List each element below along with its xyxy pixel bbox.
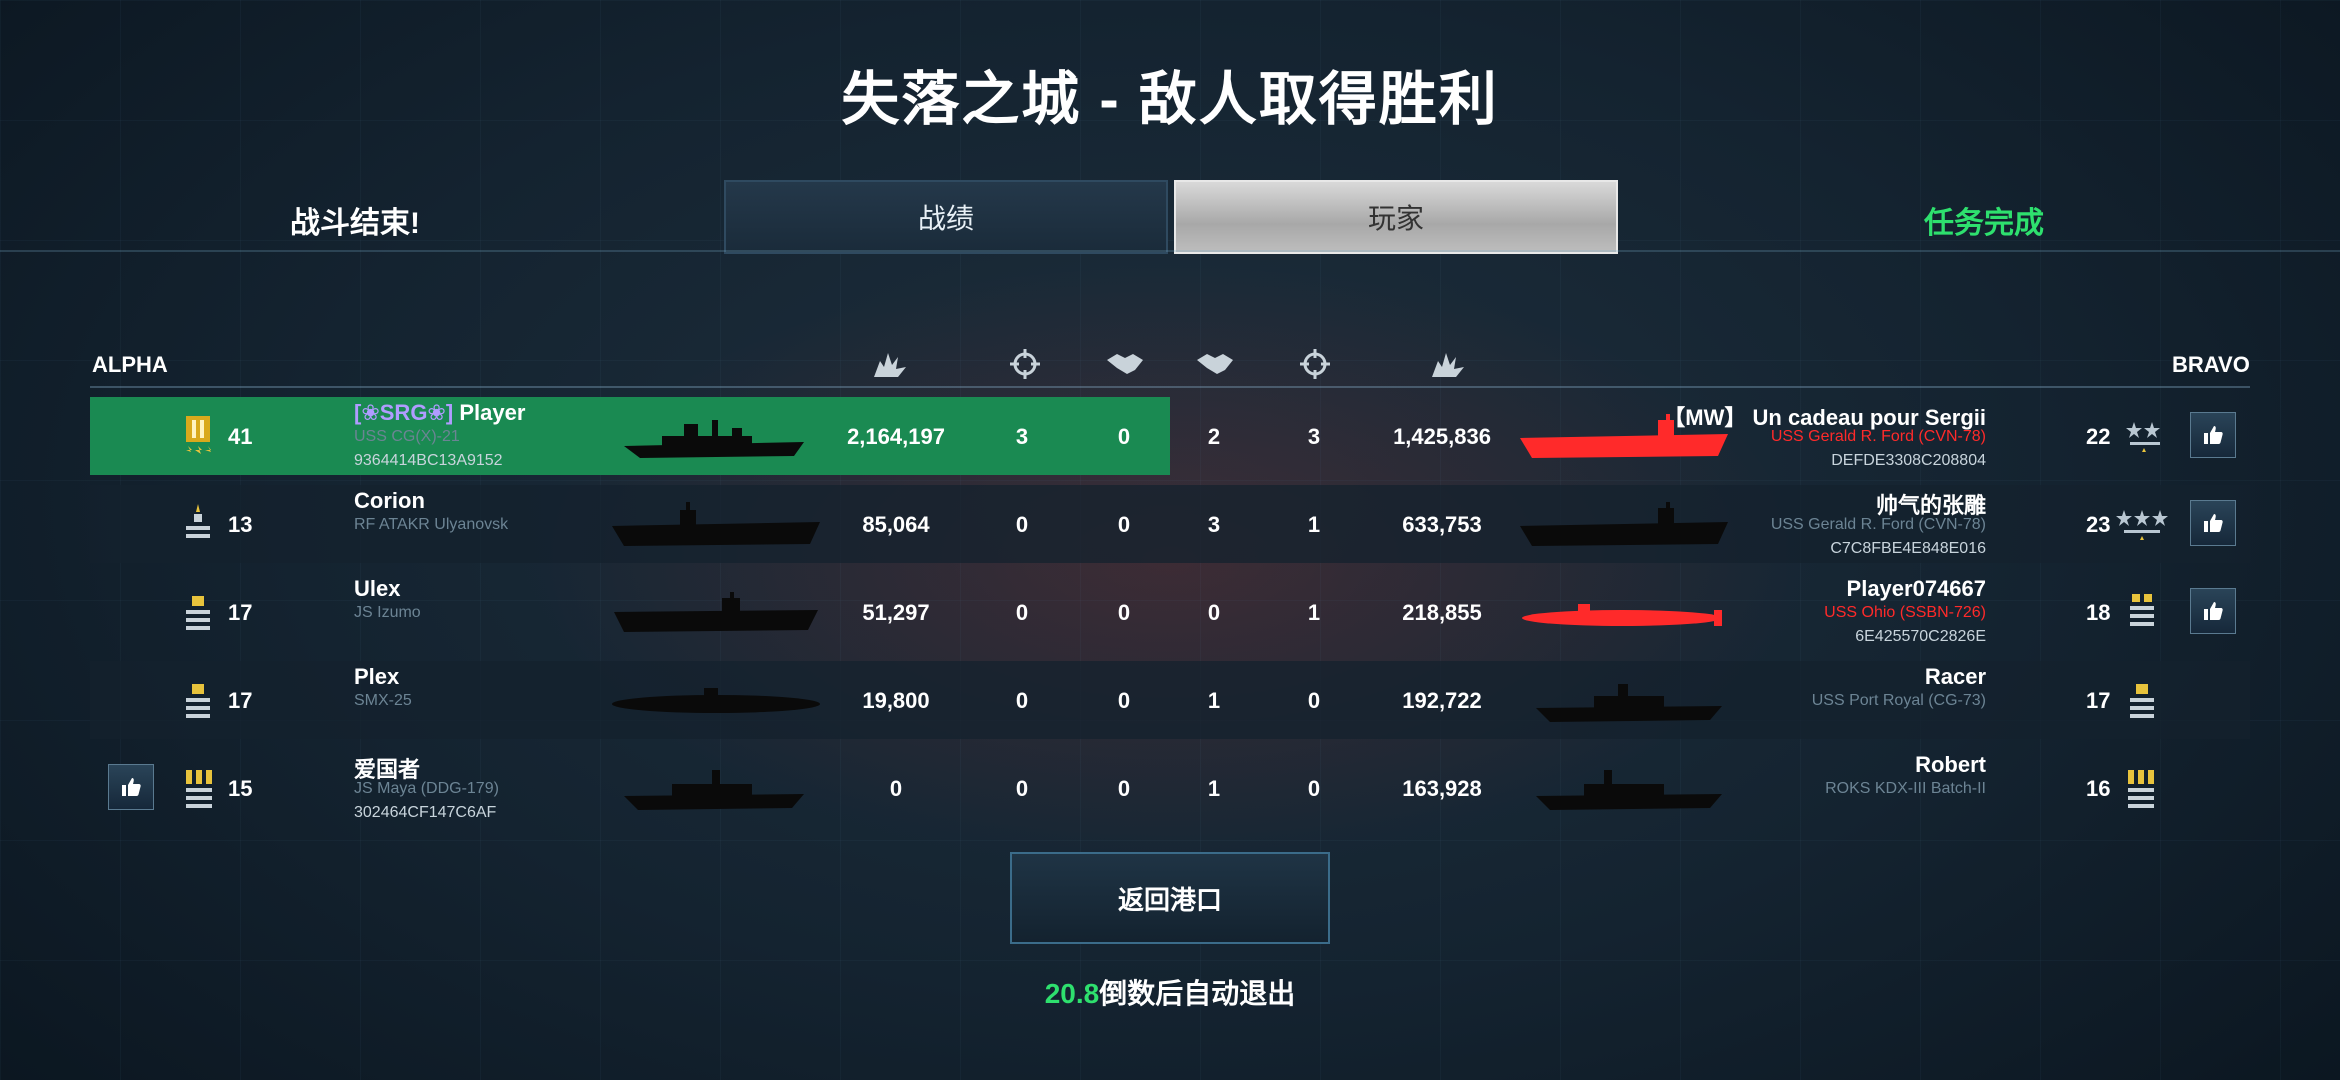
enemy-kills: 1: [1307, 512, 1321, 537]
player-id: 9364414BC13A9152: [354, 452, 503, 469]
like-button[interactable]: [2190, 500, 2236, 546]
like-button[interactable]: [2190, 412, 2236, 458]
thumbs-up-icon: [2204, 426, 2223, 444]
player-level: 13: [228, 512, 253, 537]
enemy-score: 163,928: [1402, 776, 1482, 801]
auto-exit-countdown: 20.8倒数后自动退出: [0, 972, 2340, 1012]
enemy-score: 1,425,836: [1393, 424, 1491, 449]
column-header-divider: [90, 386, 2250, 388]
player-level: 15: [228, 776, 253, 801]
enemy-ship-name: ROKS KDX-III Batch-II: [1825, 780, 1986, 797]
like-button[interactable]: [108, 764, 154, 810]
enemy-player-id: C7C8FBE4E848E016: [1830, 540, 1986, 557]
silver-rank-icon: [2126, 590, 2158, 630]
enemy-score: 192,722: [1402, 688, 1482, 713]
enemy-kills: 0: [1307, 776, 1321, 801]
tab-stats[interactable]: 战绩: [724, 180, 1168, 254]
ship-name: USS CG(X)-21: [354, 428, 460, 445]
enemy-ship-name: USS Port Royal (CG-73): [1811, 692, 1986, 709]
mission-status: 任务完成: [1924, 207, 2044, 240]
ship-silhouette-cruiser: [622, 414, 806, 468]
score: 19,800: [862, 688, 930, 713]
tab-players[interactable]: 玩家: [1174, 180, 1618, 254]
enemy-ship-name: USS Gerald R. Ford (CVN-78): [1770, 428, 1986, 445]
enemy-kills: 0: [1307, 688, 1321, 713]
enemy-level: 18: [2086, 600, 2111, 625]
kills-crosshair-icon-right: [1295, 346, 1335, 382]
team-bravo-label: BRAVO: [2172, 352, 2250, 377]
enemy-level: 17: [2086, 688, 2111, 713]
player-level: 41: [228, 424, 253, 449]
assist-handshake-icon: [1105, 346, 1145, 382]
player-name: [❀SRG❀] Player: [354, 400, 525, 426]
thumbs-up-icon: [2204, 514, 2223, 532]
enemy-ship-name: USS Gerald R. Ford (CVN-78): [1770, 516, 1986, 533]
enemy-score: 633,753: [1402, 512, 1482, 537]
enemy-player-id: 6E425570C2826E: [1855, 628, 1986, 645]
enemy-player-name: Player074667: [1846, 576, 1986, 601]
enemy-level: 16: [2086, 776, 2111, 801]
thumbs-up-icon: [122, 778, 141, 796]
enemy-kills: 1: [1307, 600, 1321, 625]
team-alpha-label: ALPHA: [92, 352, 168, 377]
header-divider: [0, 250, 2340, 252]
ship-silhouette-carrier: [612, 590, 820, 644]
ship-silhouette-destroyer: [622, 766, 806, 820]
damage-icon-right: [1428, 346, 1468, 382]
return-to-port-button[interactable]: 返回港口: [1010, 852, 1330, 944]
player-name-text: Player: [459, 400, 526, 425]
score: 2,164,197: [847, 424, 945, 449]
score: 51,297: [862, 600, 930, 625]
enemy-score: 218,855: [1402, 600, 1482, 625]
kills-crosshair-icon: [1005, 346, 1045, 382]
player-name: Corion: [354, 488, 425, 513]
ship-silhouette-submarine: [608, 680, 824, 726]
like-button[interactable]: [2190, 588, 2236, 634]
silver-rank-icon: [2126, 678, 2158, 718]
assist-handshake-icon-right: [1195, 346, 1235, 382]
clan-tag: [❀SRG❀]: [354, 400, 454, 425]
three-star-rank-icon: [2116, 506, 2168, 546]
ship-silhouette-carrier: [610, 500, 822, 558]
enemy-ship-name: USS Ohio (SSBN-726): [1824, 604, 1986, 621]
enemy-player-id: DEFDE3308C208804: [1831, 452, 1986, 469]
enemy-level: 22: [2086, 424, 2111, 449]
enemy-kills: 3: [1307, 424, 1321, 449]
score: 0: [889, 776, 903, 801]
ship-name: RF ATAKR Ulyanovsk: [354, 516, 509, 533]
silver-rank-icon: [182, 678, 214, 718]
player-id: 302464CF147C6AF: [354, 804, 497, 821]
ship-name: JS Maya (DDG-179): [354, 780, 499, 797]
thumbs-up-icon: [2204, 602, 2223, 620]
damage-icon: [870, 346, 910, 382]
battle-over-label: 战斗结束!: [290, 207, 420, 240]
silver-rank-icon: [182, 502, 214, 542]
gold-rank-icon: [2124, 766, 2158, 808]
gold-rank-icon: [182, 414, 214, 454]
enemy-level: 23: [2086, 512, 2111, 537]
player-level: 17: [228, 600, 253, 625]
two-star-rank-icon: [2124, 418, 2164, 458]
countdown-seconds: 20.8: [1044, 978, 1100, 1009]
score: 85,064: [862, 512, 930, 537]
enemy-player-name: Robert: [1915, 752, 1986, 777]
player-name: Ulex: [354, 576, 401, 601]
enemy-player-name: Racer: [1924, 664, 1986, 689]
silver-rank-icon: [182, 590, 214, 630]
player-name: Plex: [354, 664, 400, 689]
player-level: 17: [228, 688, 253, 713]
ship-name: SMX-25: [354, 692, 412, 709]
page-title: 失落之城 - 敌人取得胜利: [841, 67, 1499, 132]
gold-rank-icon: [182, 766, 216, 808]
countdown-text: 倒数后自动退出: [1099, 978, 1296, 1009]
ship-name: JS Izumo: [354, 604, 421, 621]
